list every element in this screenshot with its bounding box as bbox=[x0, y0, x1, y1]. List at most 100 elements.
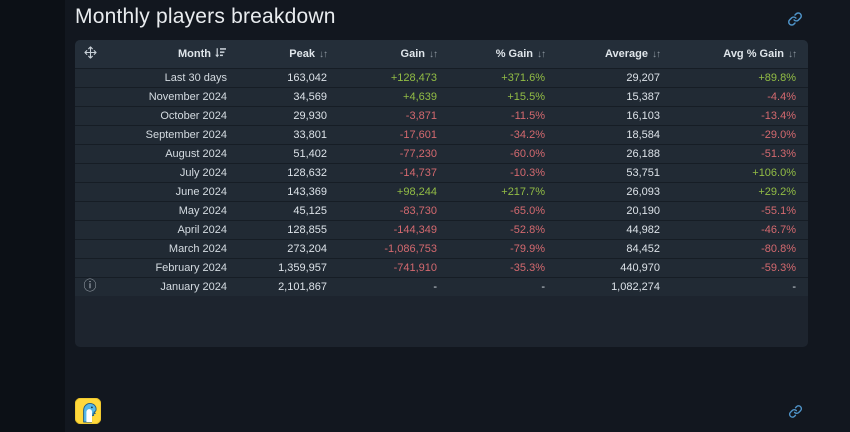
month-cell: August 2024 bbox=[107, 144, 229, 163]
gain-cell: -741,910 bbox=[329, 258, 439, 277]
row-info-cell bbox=[75, 144, 107, 163]
month-cell: April 2024 bbox=[107, 220, 229, 239]
avg-pct-gain-cell: - bbox=[662, 277, 808, 296]
avg-pct-gain-cell: -4.4% bbox=[662, 87, 808, 106]
peak-cell: 128,855 bbox=[229, 220, 329, 239]
table-row: September 202433,801-17,601-34.2%18,584-… bbox=[75, 125, 808, 144]
avg-pct-gain-cell: -46.7% bbox=[662, 220, 808, 239]
table-row: October 202429,930-3,871-11.5%16,103-13.… bbox=[75, 106, 808, 125]
average-cell: 44,982 bbox=[547, 220, 662, 239]
row-info-cell bbox=[75, 220, 107, 239]
month-cell: January 2024 bbox=[107, 277, 229, 296]
gain-cell: -3,871 bbox=[329, 106, 439, 125]
peak-cell: 128,632 bbox=[229, 163, 329, 182]
average-cell: 20,190 bbox=[547, 201, 662, 220]
average-cell: 53,751 bbox=[547, 163, 662, 182]
month-cell: March 2024 bbox=[107, 239, 229, 258]
gain-cell: -144,349 bbox=[329, 220, 439, 239]
page-title: Monthly players breakdown bbox=[75, 5, 336, 29]
link-icon[interactable] bbox=[788, 404, 804, 420]
avg-pct-gain-cell: +106.0% bbox=[662, 163, 808, 182]
gain-cell: -1,086,753 bbox=[329, 239, 439, 258]
table-row: Last 30 days163,042+128,473+371.6%29,207… bbox=[75, 68, 808, 87]
column-label: Peak bbox=[289, 48, 315, 60]
peak-cell: 34,569 bbox=[229, 87, 329, 106]
link-icon[interactable] bbox=[787, 11, 803, 27]
gain-cell: -14,737 bbox=[329, 163, 439, 182]
column-label: % Gain bbox=[496, 48, 533, 60]
month-cell: September 2024 bbox=[107, 125, 229, 144]
table-body: Last 30 days163,042+128,473+371.6%29,207… bbox=[75, 68, 808, 296]
pct-gain-cell: -60.0% bbox=[439, 144, 547, 163]
avg-pct-gain-cell: -51.3% bbox=[662, 144, 808, 163]
table-row: June 2024143,369+98,244+217.7%26,093+29.… bbox=[75, 182, 808, 201]
average-cell: 1,082,274 bbox=[547, 277, 662, 296]
table-row: July 2024128,632-14,737-10.3%53,751+106.… bbox=[75, 163, 808, 182]
sort-descending-icon bbox=[215, 47, 227, 58]
table-row: November 202434,569+4,639+15.5%15,387-4.… bbox=[75, 87, 808, 106]
gain-cell: -77,230 bbox=[329, 144, 439, 163]
gain-cell: -17,601 bbox=[329, 125, 439, 144]
table-row: August 202451,402-77,230-60.0%26,188-51.… bbox=[75, 144, 808, 163]
column-header-month[interactable]: Month bbox=[107, 40, 229, 68]
row-info-cell bbox=[75, 201, 107, 220]
sort-arrows-icon: ↓↑ bbox=[429, 49, 437, 60]
app-avatar[interactable] bbox=[75, 398, 101, 424]
monthly-players-table: Month Peak↓↑ Gain↓↑ % Gai bbox=[75, 40, 808, 296]
row-info-cell bbox=[75, 68, 107, 87]
gain-cell: -83,730 bbox=[329, 201, 439, 220]
dino-eye bbox=[91, 407, 93, 409]
sort-arrows-icon: ↓↑ bbox=[319, 49, 327, 60]
peak-cell: 33,801 bbox=[229, 125, 329, 144]
table-row: April 2024128,855-144,349-52.8%44,982-46… bbox=[75, 220, 808, 239]
column-header-peak[interactable]: Peak ↓↑ bbox=[229, 40, 329, 68]
pct-gain-cell: - bbox=[439, 277, 547, 296]
month-cell: July 2024 bbox=[107, 163, 229, 182]
column-label: Gain bbox=[401, 48, 425, 60]
column-label: Avg % Gain bbox=[723, 48, 784, 60]
players-table-panel: Month Peak↓↑ Gain↓↑ % Gai bbox=[75, 40, 808, 347]
column-header-avg-pct-gain[interactable]: Avg % Gain↓↑ bbox=[662, 40, 808, 68]
average-cell: 26,188 bbox=[547, 144, 662, 163]
month-cell: October 2024 bbox=[107, 106, 229, 125]
table-row: February 20241,359,957-741,910-35.3%440,… bbox=[75, 258, 808, 277]
column-header-gain[interactable]: Gain ↓↑ bbox=[329, 40, 439, 68]
month-cell: May 2024 bbox=[107, 201, 229, 220]
column-header-drag-handle[interactable] bbox=[75, 40, 107, 68]
dino-belly bbox=[86, 409, 92, 422]
gain-cell: +128,473 bbox=[329, 68, 439, 87]
avg-pct-gain-cell: +29.2% bbox=[662, 182, 808, 201]
average-cell: 26,093 bbox=[547, 182, 662, 201]
pct-gain-cell: +15.5% bbox=[439, 87, 547, 106]
pct-gain-cell: -35.3% bbox=[439, 258, 547, 277]
pct-gain-cell: -34.2% bbox=[439, 125, 547, 144]
info-icon[interactable]: ⓘ bbox=[83, 279, 96, 294]
average-cell: 29,207 bbox=[547, 68, 662, 87]
row-info-cell bbox=[75, 106, 107, 125]
pct-gain-cell: -11.5% bbox=[439, 106, 547, 125]
table-row: ⓘJanuary 20242,101,867--1,082,274- bbox=[75, 277, 808, 296]
column-header-pct-gain[interactable]: % Gain↓↑ bbox=[439, 40, 547, 68]
peak-cell: 29,930 bbox=[229, 106, 329, 125]
row-info-cell bbox=[75, 163, 107, 182]
row-info-cell bbox=[75, 87, 107, 106]
peak-cell: 163,042 bbox=[229, 68, 329, 87]
column-label: Average bbox=[605, 48, 648, 60]
row-info-cell bbox=[75, 125, 107, 144]
gain-cell: +98,244 bbox=[329, 182, 439, 201]
column-header-average[interactable]: Average↓↑ bbox=[547, 40, 662, 68]
month-cell: February 2024 bbox=[107, 258, 229, 277]
pct-gain-cell: +371.6% bbox=[439, 68, 547, 87]
move-icon bbox=[84, 50, 97, 62]
avg-pct-gain-cell: -59.3% bbox=[662, 258, 808, 277]
pct-gain-cell: -79.9% bbox=[439, 239, 547, 258]
peak-cell: 45,125 bbox=[229, 201, 329, 220]
peak-cell: 1,359,957 bbox=[229, 258, 329, 277]
page-content: Monthly players breakdown bbox=[65, 0, 850, 432]
pct-gain-cell: -52.8% bbox=[439, 220, 547, 239]
row-info-cell bbox=[75, 182, 107, 201]
peak-cell: 51,402 bbox=[229, 144, 329, 163]
table-row: March 2024273,204-1,086,753-79.9%84,452-… bbox=[75, 239, 808, 258]
average-cell: 15,387 bbox=[547, 87, 662, 106]
table-row: May 202445,125-83,730-65.0%20,190-55.1% bbox=[75, 201, 808, 220]
